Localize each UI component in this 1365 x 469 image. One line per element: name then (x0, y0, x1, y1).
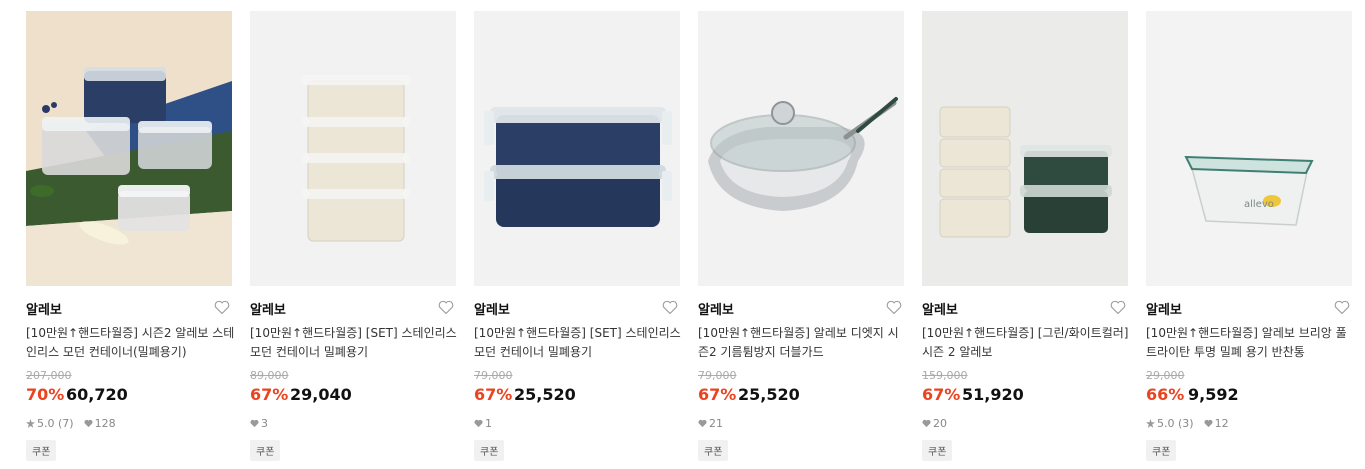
star-icon (1146, 418, 1155, 428)
product-meta: 21 (698, 416, 723, 430)
discount-rate: 66% (1146, 385, 1185, 404)
svg-text:allevo: allevo (1244, 199, 1274, 210)
sale-price: 51,920 (962, 385, 1024, 404)
original-price: 159,000 (922, 369, 968, 382)
product-photo (250, 11, 456, 286)
likes-count: 1 (485, 416, 492, 430)
rating-text: 5.0 (3) (1157, 416, 1194, 430)
likes-heart-icon (698, 419, 707, 427)
product-title[interactable]: [10만원↑핸드타월증] 알레보 디엣지 시즌2 기름튐방지 더블가드 (698, 324, 908, 362)
product-title[interactable]: [10만원↑핸드타월증] 알레보 브리앙 풀 트라이탄 투명 밀폐 용기 반찬통 (1146, 324, 1356, 362)
product-image[interactable] (474, 11, 680, 286)
brand-name[interactable]: 알레보 (922, 299, 958, 318)
product-meta: 1 (474, 416, 492, 430)
sale-price: 29,040 (290, 385, 352, 404)
star-icon (26, 418, 35, 428)
wishlist-heart-icon[interactable] (886, 300, 902, 315)
product-image[interactable] (26, 11, 232, 286)
brand-name[interactable]: 알레보 (474, 299, 510, 318)
likes-heart-icon (474, 419, 483, 427)
product-card[interactable]: 알레보 [10만원↑핸드타월증] 알레보 디엣지 시즌2 기름튐방지 더블가드 … (698, 11, 904, 469)
product-card[interactable]: 알레보 [10만원↑핸드타월증] [SET] 스테인리스 모던 컨테이너 밀폐용… (250, 11, 457, 469)
product-meta: 20 (922, 416, 947, 430)
product-card[interactable]: allevo 알레보 [10만원↑핸드타월증] 알레보 브리앙 풀 트라이탄 투… (1146, 11, 1352, 469)
brand-name[interactable]: 알레보 (698, 299, 734, 318)
product-title[interactable]: [10만원↑핸드타월증] 시즌2 알레보 스테인리스 모던 컨테이너(밀폐용기) (26, 324, 236, 362)
original-price: 89,000 (250, 369, 289, 382)
product-image[interactable] (922, 11, 1128, 286)
likes-count: 12 (1214, 416, 1229, 430)
wishlist-heart-icon[interactable] (1110, 300, 1126, 315)
likes-heart-icon (922, 419, 931, 427)
product-card[interactable]: 알레보 [10만원↑핸드타월증] 시즌2 알레보 스테인리스 모던 컨테이너(밀… (26, 11, 234, 469)
product-grid: 알레보 [10만원↑핸드타월증] 시즌2 알레보 스테인리스 모던 컨테이너(밀… (0, 0, 1365, 469)
original-price: 79,000 (474, 369, 513, 382)
wishlist-heart-icon[interactable] (214, 300, 230, 315)
original-price: 207,000 (26, 369, 72, 382)
brand-name[interactable]: 알레보 (26, 299, 62, 318)
coupon-badge: 쿠폰 (1146, 440, 1177, 461)
likes-count: 21 (709, 416, 723, 430)
sale-price: 25,520 (514, 385, 576, 404)
product-meta: 5.0 (7) 128 (26, 416, 116, 430)
coupon-badge: 쿠폰 (698, 440, 729, 461)
discount-rate: 70% (26, 385, 65, 404)
brand-name[interactable]: 알레보 (1146, 299, 1182, 318)
product-photo (698, 11, 904, 286)
wishlist-heart-icon[interactable] (662, 300, 678, 315)
original-price: 29,000 (1146, 369, 1185, 382)
sale-price: 25,520 (738, 385, 800, 404)
product-photo (474, 11, 680, 286)
product-meta: 5.0 (3) 12 (1146, 416, 1229, 430)
rating-text: 5.0 (7) (37, 416, 74, 430)
product-photo (26, 11, 232, 286)
likes-count: 128 (94, 416, 116, 430)
wishlist-heart-icon[interactable] (438, 300, 454, 315)
product-image[interactable] (698, 11, 904, 286)
product-meta: 3 (250, 416, 268, 430)
brand-name[interactable]: 알레보 (250, 299, 286, 318)
discount-rate: 67% (250, 385, 289, 404)
original-price: 79,000 (698, 369, 737, 382)
coupon-badge: 쿠폰 (474, 440, 505, 461)
likes-heart-icon (250, 419, 259, 427)
likes-count: 3 (261, 416, 268, 430)
product-image[interactable]: allevo (1146, 11, 1352, 286)
discount-rate: 67% (922, 385, 961, 404)
likes-count: 20 (933, 416, 947, 430)
product-title[interactable]: [10만원↑핸드타월증] [SET] 스테인리스 모던 컨테이너 밀폐용기 (474, 324, 684, 362)
likes-heart-icon (1204, 419, 1213, 427)
product-photo: allevo (1146, 11, 1352, 286)
product-title[interactable]: [10만원↑핸드타월증] [SET] 스테인리스 모던 컨테이너 밀폐용기 (250, 324, 460, 362)
product-title[interactable]: [10만원↑핸드타월증] [그린/화이트컬러] 시즌 2 알레보 (922, 324, 1132, 362)
coupon-badge: 쿠폰 (26, 440, 57, 461)
coupon-badge: 쿠폰 (922, 440, 953, 461)
discount-rate: 67% (474, 385, 513, 404)
sale-price: 60,720 (66, 385, 128, 404)
product-card[interactable]: 알레보 [10만원↑핸드타월증] [SET] 스테인리스 모던 컨테이너 밀폐용… (474, 11, 681, 469)
product-card[interactable]: 알레보 [10만원↑핸드타월증] [그린/화이트컬러] 시즌 2 알레보 159… (922, 11, 1128, 469)
likes-heart-icon (84, 419, 93, 427)
product-photo (922, 11, 1128, 286)
coupon-badge: 쿠폰 (250, 440, 281, 461)
sale-price: 9,592 (1188, 385, 1239, 404)
discount-rate: 67% (698, 385, 737, 404)
wishlist-heart-icon[interactable] (1334, 300, 1350, 315)
product-image[interactable] (250, 11, 456, 286)
